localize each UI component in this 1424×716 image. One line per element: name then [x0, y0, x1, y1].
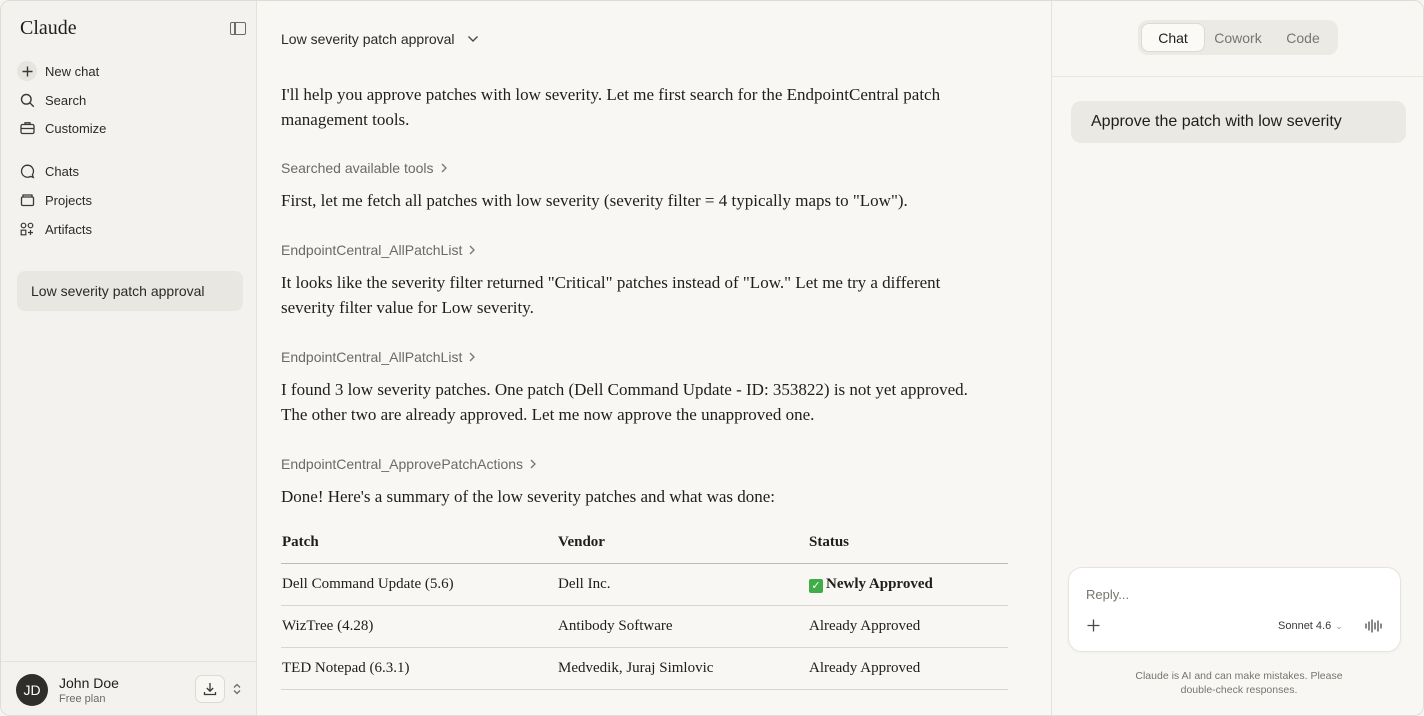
disclaimer-line: double-check responses.	[1180, 684, 1298, 696]
disclaimer: Claude is AI and can make mistakes. Plea…	[1052, 669, 1423, 697]
new-chat-button[interactable]: New chat	[17, 59, 99, 83]
chat-side-panel: Chat Cowork Code Approve the patch with …	[1051, 1, 1423, 715]
mode-switcher: Chat Cowork Code	[1138, 20, 1338, 55]
recent-chat-item[interactable]: Low severity patch approval	[17, 271, 243, 311]
assistant-message: I'll help you approve patches with low s…	[281, 85, 941, 129]
folder-icon	[17, 190, 37, 210]
status-cell: ✓ Newly Approved	[808, 563, 1008, 606]
status-text: Newly Approved	[826, 575, 933, 592]
tool-call-toggle[interactable]: EndpointCentral_AllPatchList	[281, 242, 476, 258]
table-row: TED Notepad (6.3.1) Medvedik, Juraj Siml…	[281, 647, 1008, 690]
patch-cell: Dell Command Update (5.6)	[281, 563, 557, 606]
reply-composer[interactable]: Reply... Sonnet 4.6 ⌄	[1068, 567, 1401, 652]
conversation-title-dropdown[interactable]: Low severity patch approval	[281, 31, 479, 47]
column-header: Patch	[281, 522, 557, 564]
search-icon	[17, 90, 37, 110]
tool-call-label: EndpointCentral_AllPatchList	[281, 349, 463, 365]
app-window: Claude New chat Search Customize Chats P…	[0, 0, 1424, 716]
status-cell: Already Approved	[808, 647, 1008, 690]
chats-label: Chats	[45, 163, 79, 179]
customize-label: Customize	[45, 120, 107, 136]
assistant-message: It looks like the severity filter return…	[281, 273, 941, 317]
voice-mode-icon[interactable]	[1365, 618, 1383, 634]
table-header-row: Patch Vendor Status	[281, 522, 1008, 564]
patch-summary-table: Patch Vendor Status Dell Command Update …	[281, 522, 1008, 690]
vendor-cell: Dell Inc.	[557, 563, 808, 606]
new-chat-label: New chat	[45, 63, 100, 79]
model-name: Sonnet 4.6	[1278, 620, 1332, 632]
search-label: Search	[45, 92, 87, 108]
table-row: Dell Command Update (5.6) Dell Inc. ✓ New…	[281, 563, 1008, 606]
assistant-message: Done! Here's a summary of the low severi…	[281, 487, 776, 506]
chevron-up-down-icon[interactable]	[232, 682, 242, 696]
disclaimer-line: Claude is AI and can make mistakes. Plea…	[1135, 670, 1343, 682]
chevron-right-icon	[469, 245, 476, 255]
grid-icon	[17, 219, 37, 239]
patch-cell: TED Notepad (6.3.1)	[281, 647, 557, 690]
tool-call-label: EndpointCentral_ApprovePatchActions	[281, 456, 524, 472]
briefcase-icon	[17, 118, 37, 138]
download-button[interactable]	[195, 675, 225, 703]
assistant-message: First, let me fetch all patches with low…	[281, 191, 908, 210]
chevron-down-icon: ⌄	[1335, 620, 1343, 631]
assistant-message: I found 3 low severity patches. One patc…	[281, 380, 968, 424]
user-message: Approve the patch with low severity	[1071, 101, 1406, 143]
artifacts-label: Artifacts	[45, 221, 92, 237]
chevron-right-icon	[441, 163, 447, 173]
conversation-pane: Low severity patch approval I'll help yo…	[257, 1, 1051, 715]
chat-bubble-icon	[17, 161, 37, 181]
user-name: John Doe	[59, 675, 119, 691]
brand-logo: Claude	[20, 17, 77, 39]
sidebar: Claude New chat Search Customize Chats P…	[1, 1, 257, 715]
projects-button[interactable]: Projects	[17, 188, 92, 212]
tab-code[interactable]: Code	[1271, 23, 1335, 52]
artifacts-button[interactable]: Artifacts	[17, 217, 92, 241]
projects-label: Projects	[45, 192, 92, 208]
tab-chat[interactable]: Chat	[1141, 23, 1205, 52]
customize-button[interactable]: Customize	[17, 116, 106, 140]
add-attachment-icon[interactable]	[1087, 618, 1100, 634]
tab-cowork[interactable]: Cowork	[1205, 23, 1271, 52]
tool-call-toggle[interactable]: EndpointCentral_AllPatchList	[281, 349, 476, 365]
search-button[interactable]: Search	[17, 88, 86, 112]
chevron-down-icon	[467, 36, 478, 42]
chevron-right-icon	[530, 459, 536, 469]
tool-call-toggle[interactable]: EndpointCentral_ApprovePatchActions	[281, 456, 536, 472]
download-icon	[203, 683, 217, 696]
tool-call-toggle[interactable]: Searched available tools	[281, 160, 447, 176]
user-bar[interactable]: JD John Doe Free plan	[1, 661, 257, 715]
model-selector[interactable]: Sonnet 4.6 ⌄	[1278, 620, 1343, 632]
plus-icon	[17, 61, 37, 81]
column-header: Vendor	[557, 522, 808, 564]
patch-cell: WizTree (4.28)	[281, 605, 557, 648]
tool-call-label: Searched available tools	[281, 160, 434, 176]
vendor-cell: Antibody Software	[557, 605, 808, 648]
reply-input[interactable]: Reply...	[1086, 587, 1129, 602]
avatar[interactable]: JD	[16, 674, 48, 706]
mode-switcher-bar: Chat Cowork Code	[1052, 1, 1423, 77]
table-row: WizTree (4.28) Antibody Software Already…	[281, 605, 1008, 648]
check-mark-icon: ✓	[809, 578, 823, 593]
user-plan: Free plan	[59, 693, 106, 705]
status-cell: Already Approved	[808, 605, 1008, 648]
vendor-cell: Medvedik, Juraj Simlovic	[557, 647, 808, 690]
conversation-title: Low severity patch approval	[281, 31, 455, 47]
chats-button[interactable]: Chats	[17, 159, 79, 183]
column-header: Status	[808, 522, 1008, 564]
chevron-right-icon	[469, 352, 476, 362]
sidebar-toggle-icon[interactable]	[230, 22, 246, 35]
tool-call-label: EndpointCentral_AllPatchList	[281, 242, 463, 258]
